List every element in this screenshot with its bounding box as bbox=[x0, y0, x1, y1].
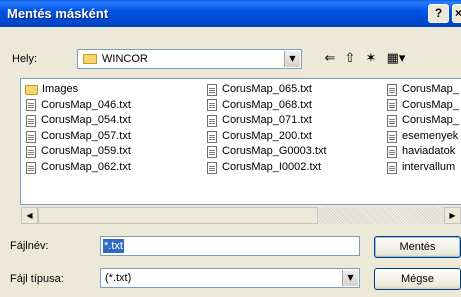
folder-icon bbox=[25, 84, 38, 95]
list-item[interactable]: intervallum bbox=[386, 160, 459, 176]
list-item[interactable]: haviadatok bbox=[386, 144, 459, 160]
dialog-title: Mentés másként bbox=[7, 6, 109, 21]
close-button[interactable]: × bbox=[452, 4, 461, 23]
filename-label: Fájlnév: bbox=[10, 240, 49, 252]
list-item[interactable]: Images bbox=[25, 82, 131, 98]
list-item[interactable]: CorusMap_068.txt bbox=[206, 98, 327, 114]
view-menu-icon[interactable]: ▦▾ bbox=[384, 50, 408, 68]
location-value: WINCOR bbox=[102, 53, 148, 65]
horizontal-scrollbar[interactable]: ◀ ▶ bbox=[21, 207, 461, 224]
list-item[interactable]: CorusMap_065.txt bbox=[206, 82, 327, 98]
list-item[interactable]: CorusMap_054.txt bbox=[25, 113, 131, 129]
back-icon[interactable]: ⇐ bbox=[323, 50, 337, 68]
filename-value: *.txt bbox=[103, 239, 124, 253]
filetype-select[interactable]: (*.txt) ▼ bbox=[100, 268, 360, 288]
text-file-icon bbox=[387, 99, 397, 112]
cancel-button[interactable]: Mégse bbox=[374, 268, 461, 290]
location-label: Hely: bbox=[12, 53, 38, 65]
text-file-icon bbox=[207, 161, 217, 174]
location-combo[interactable]: WINCOR ▼ bbox=[77, 49, 302, 69]
text-file-icon bbox=[207, 146, 217, 159]
list-item[interactable]: esemenyek bbox=[386, 129, 459, 145]
list-item[interactable]: CorusMap_I0002.txt bbox=[206, 160, 327, 176]
list-item[interactable]: CorusMap_062.txt bbox=[25, 160, 131, 176]
save-button[interactable]: Mentés bbox=[374, 236, 461, 258]
text-file-icon bbox=[207, 83, 217, 96]
text-file-icon bbox=[26, 114, 36, 127]
filetype-value: (*.txt) bbox=[105, 272, 132, 284]
list-item[interactable]: CorusMap_071.txt bbox=[206, 113, 327, 129]
scroll-right-icon[interactable]: ▶ bbox=[444, 207, 461, 224]
title-bar[interactable]: Mentés másként ? × bbox=[0, 0, 461, 27]
list-item[interactable]: CorusMap_046.txt bbox=[25, 98, 131, 114]
list-item[interactable]: CorusMap_ bbox=[386, 113, 459, 129]
list-item[interactable]: CorusMap_G0003.txt bbox=[206, 144, 327, 160]
save-as-dialog: Mentés másként ? × Hely: WINCOR ▼ ⇐ ⇧ ✶ … bbox=[0, 0, 461, 297]
text-file-icon bbox=[387, 146, 397, 159]
text-file-icon bbox=[26, 99, 36, 112]
help-button[interactable]: ? bbox=[428, 4, 449, 23]
list-item[interactable]: CorusMap_059.txt bbox=[25, 144, 131, 160]
text-file-icon bbox=[387, 130, 397, 143]
text-file-icon bbox=[26, 161, 36, 174]
list-item[interactable]: CorusMap_ bbox=[386, 98, 459, 114]
list-item[interactable]: CorusMap_200.txt bbox=[206, 129, 327, 145]
text-file-icon bbox=[26, 130, 36, 143]
text-file-icon bbox=[207, 114, 217, 127]
text-file-icon bbox=[207, 99, 217, 112]
chevron-down-icon[interactable]: ▼ bbox=[284, 51, 300, 67]
file-column-2: CorusMap_065.txt CorusMap_068.txt CorusM… bbox=[206, 82, 327, 176]
filetype-label: Fájl típusa: bbox=[10, 273, 64, 285]
file-column-1: Images CorusMap_046.txt CorusMap_054.txt… bbox=[25, 82, 131, 176]
scroll-left-icon[interactable]: ◀ bbox=[21, 207, 38, 224]
new-folder-icon[interactable]: ✶ bbox=[362, 50, 380, 68]
text-file-icon bbox=[26, 146, 36, 159]
scrollbar-thumb[interactable] bbox=[38, 207, 318, 224]
list-item[interactable]: CorusMap_057.txt bbox=[25, 129, 131, 145]
file-list[interactable]: Images CorusMap_046.txt CorusMap_054.txt… bbox=[20, 78, 461, 205]
list-item[interactable]: CorusMap_ bbox=[386, 82, 459, 98]
file-column-3: CorusMap_ CorusMap_ CorusMap_ esemenyek … bbox=[386, 82, 459, 176]
text-file-icon bbox=[387, 161, 397, 174]
filename-input[interactable]: *.txt bbox=[100, 236, 360, 256]
folder-icon bbox=[83, 54, 97, 64]
chevron-down-icon[interactable]: ▼ bbox=[342, 270, 358, 286]
up-folder-icon[interactable]: ⇧ bbox=[342, 50, 358, 68]
text-file-icon bbox=[387, 114, 397, 127]
text-file-icon bbox=[207, 130, 217, 143]
text-file-icon bbox=[387, 83, 397, 96]
